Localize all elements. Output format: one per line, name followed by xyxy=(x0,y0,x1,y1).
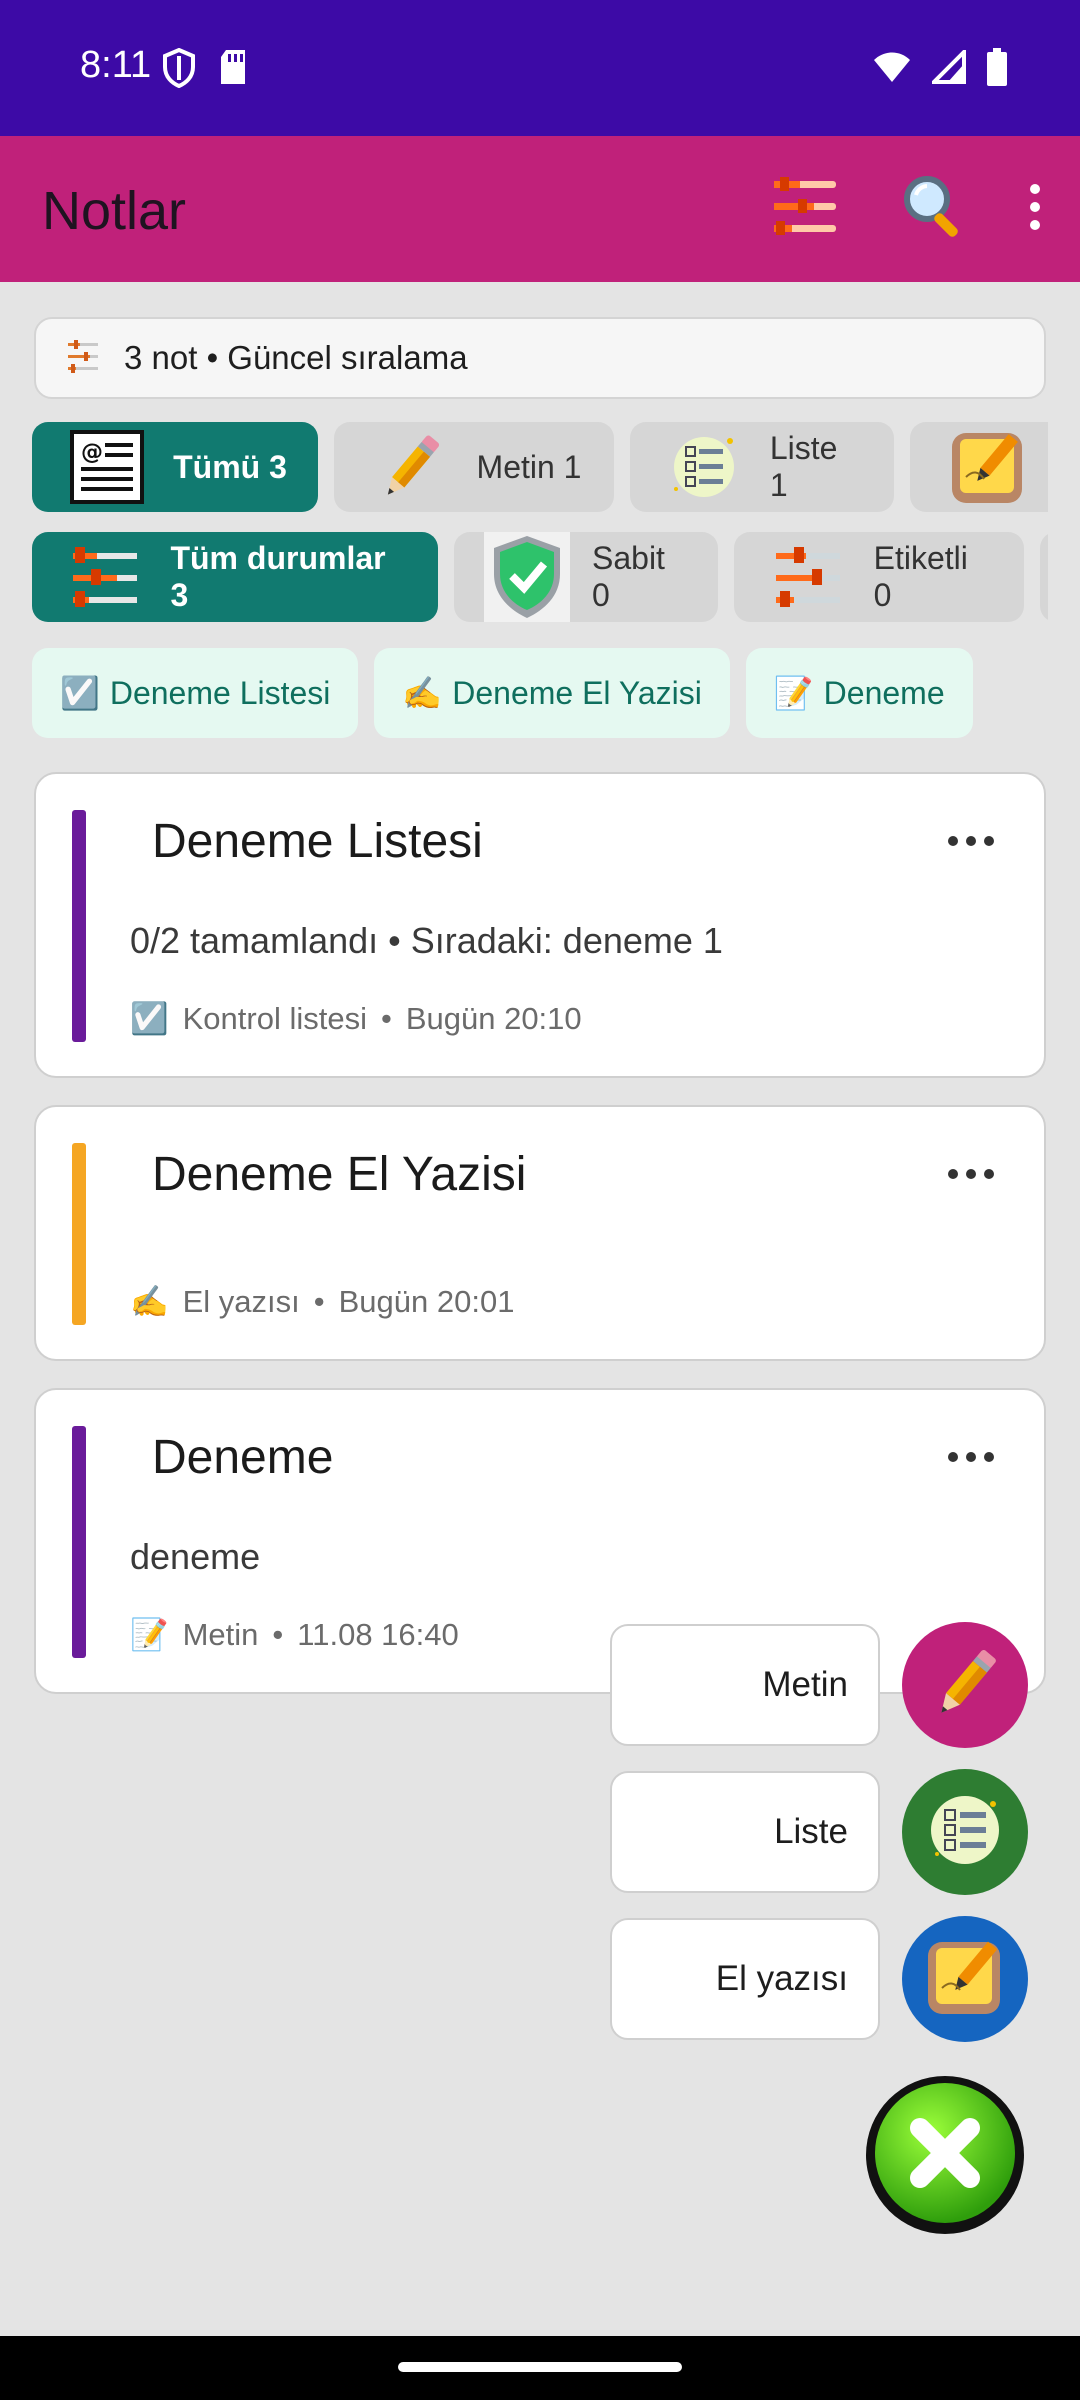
battery-icon xyxy=(986,48,1008,91)
quick-note-chip[interactable]: 📝 Deneme xyxy=(745,648,973,738)
writing-hand-icon: ✍️ xyxy=(402,675,443,711)
note-card[interactable]: Deneme Listesi 0/2 tamamlandı • Sıradaki… xyxy=(34,772,1046,1078)
search-icon xyxy=(901,173,969,246)
note-card[interactable]: Deneme deneme 📝 Metin • 11.08 16:40 xyxy=(34,1388,1046,1694)
filter-chip-label: Tüm durumlar 3 xyxy=(170,540,386,613)
note-date: Bugün 20:01 xyxy=(338,1283,515,1319)
note-menu-button[interactable] xyxy=(948,836,994,846)
status-time: 8:11 xyxy=(80,44,152,86)
meta-separator: • xyxy=(313,1283,325,1319)
sliders-icon xyxy=(66,339,100,378)
status-filter-row: Tüm durumlar 3 Sabit 0 Etiketli 0 xyxy=(32,532,1048,622)
pencil-icon xyxy=(367,427,455,507)
more-horiz-icon xyxy=(948,1169,958,1179)
filter-chip-label: Etiketli 0 xyxy=(873,540,968,613)
note-title: Deneme xyxy=(152,1431,334,1484)
quick-note-label: Deneme Listesi xyxy=(109,674,331,711)
filter-chip-all[interactable]: @ Tümü 3 xyxy=(32,422,318,512)
notes-summary-bar[interactable]: 3 not • Güncel sıralama xyxy=(34,317,1046,399)
filter-chip-all-statuses[interactable]: Tüm durumlar 3 xyxy=(32,532,438,622)
note-preview: deneme xyxy=(130,1536,261,1577)
note-date: 11.08 16:40 xyxy=(297,1616,459,1652)
handwriting-icon xyxy=(944,427,1032,507)
note-date: Bugün 20:10 xyxy=(405,1000,582,1036)
sort-icon xyxy=(770,175,840,244)
overflow-menu-button[interactable] xyxy=(990,164,1080,254)
handwriting-icon xyxy=(922,1934,1008,2025)
meta-separator: • xyxy=(380,1000,392,1036)
filter-chip-label: Tümü 3 xyxy=(173,448,287,485)
filter-chip-label: Sabit 0 xyxy=(592,540,665,613)
sliders-icon xyxy=(764,537,852,617)
search-button[interactable] xyxy=(880,164,990,254)
note-type: Kontrol listesi xyxy=(182,1000,367,1036)
note-menu-button[interactable] xyxy=(948,1452,994,1462)
home-indicator[interactable] xyxy=(398,2362,682,2372)
memo-icon: 📝 xyxy=(773,675,814,711)
fab-option-handwriting-label[interactable]: El yazısı xyxy=(610,1918,880,2040)
new-text-note-button[interactable] xyxy=(902,1622,1028,1748)
svg-text:@: @ xyxy=(81,440,103,465)
app-bar: Notlar xyxy=(0,136,1080,282)
filter-chip-handwriting[interactable] xyxy=(910,422,1048,512)
note-type: Metin xyxy=(182,1616,259,1652)
checkbox-emoji-icon: ☑️ xyxy=(130,1001,169,1036)
shield-check-icon xyxy=(484,532,570,622)
checkbox-emoji-icon: ☑️ xyxy=(60,675,100,711)
new-handwriting-note-button[interactable] xyxy=(902,1916,1028,2042)
type-filter-row: @ Tümü 3 Metin 1 Liste 1 xyxy=(32,422,1048,512)
fab-option-text-label[interactable]: Metin xyxy=(610,1624,880,1746)
note-title: Deneme El Yazisi xyxy=(152,1148,527,1201)
more-horiz-icon xyxy=(948,836,958,846)
close-icon xyxy=(872,2080,1018,2231)
sliders-icon xyxy=(62,537,148,617)
filter-chip-text[interactable]: Metin 1 xyxy=(334,422,614,512)
filter-chip-more[interactable] xyxy=(1040,532,1048,622)
status-bar: 8:11 xyxy=(0,0,1080,136)
note-menu-button[interactable] xyxy=(948,1169,994,1179)
wifi-icon xyxy=(872,50,912,89)
note-card[interactable]: Deneme El Yazisi ✍️ El yazısı • Bugün 20… xyxy=(34,1105,1046,1361)
checklist-icon xyxy=(923,1788,1007,1877)
filter-chip-pinned[interactable]: Sabit 0 xyxy=(454,532,718,622)
page-title: Notlar xyxy=(42,181,187,241)
system-nav-bar xyxy=(0,2336,1080,2400)
close-fab-menu-button[interactable] xyxy=(866,2076,1024,2234)
quick-note-label: Deneme xyxy=(823,674,945,711)
note-accent-bar xyxy=(72,1143,86,1325)
new-list-note-button[interactable] xyxy=(902,1769,1028,1895)
more-horiz-icon xyxy=(948,1452,958,1462)
shield-status-icon xyxy=(162,47,196,93)
pencil-icon xyxy=(923,1641,1007,1730)
fab-option-list-label[interactable]: Liste xyxy=(610,1771,880,1893)
sd-card-icon xyxy=(218,48,248,93)
note-meta: 📝 Metin • 11.08 16:40 xyxy=(130,1616,459,1653)
sort-button[interactable] xyxy=(730,164,880,254)
filter-chip-label: Liste 1 xyxy=(769,430,838,503)
quick-note-chip[interactable]: ✍️ Deneme El Yazisi xyxy=(374,648,730,738)
memo-icon: 📝 xyxy=(130,1617,169,1652)
summary-text: 3 not • Güncel sıralama xyxy=(124,339,468,376)
quick-note-chip[interactable]: ☑️ Deneme Listesi xyxy=(32,648,359,738)
filter-chip-labeled[interactable]: Etiketli 0 xyxy=(734,532,1024,622)
note-meta: ✍️ El yazısı • Bugün 20:01 xyxy=(130,1283,514,1320)
signal-icon xyxy=(929,47,966,89)
meta-separator: • xyxy=(272,1616,284,1652)
writing-hand-icon: ✍️ xyxy=(130,1284,169,1319)
filter-chip-list[interactable]: Liste 1 xyxy=(630,422,894,512)
quick-note-label: Deneme El Yazisi xyxy=(452,674,702,711)
all-notes-icon: @ xyxy=(63,427,151,507)
more-vert-icon xyxy=(1029,183,1041,236)
filter-chip-label: Metin 1 xyxy=(476,448,582,485)
note-meta: ☑️ Kontrol listesi • Bugün 20:10 xyxy=(130,1000,582,1037)
note-accent-bar xyxy=(72,1426,86,1658)
quick-notes-row: ☑️ Deneme Listesi ✍️ Deneme El Yazisi 📝 … xyxy=(32,648,973,738)
note-preview: 0/2 tamamlandı • Sıradaki: deneme 1 xyxy=(130,920,723,961)
note-type: El yazısı xyxy=(182,1283,300,1319)
note-title: Deneme Listesi xyxy=(152,815,483,868)
note-accent-bar xyxy=(72,810,86,1042)
checklist-icon xyxy=(660,427,748,507)
